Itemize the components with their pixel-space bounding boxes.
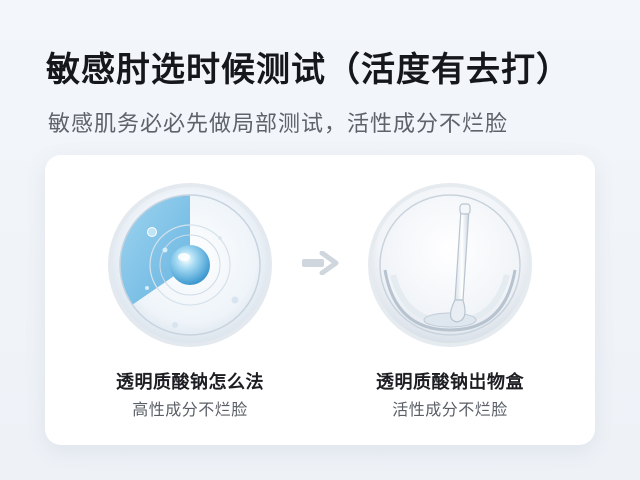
page-title: 敏感肘选时候测试（活度有去打）	[46, 50, 571, 90]
product-name: 透明质酸钠怎么法	[116, 372, 264, 393]
serum-dish-illustration	[108, 183, 272, 347]
product-subtitle: 高性成分不烂脸	[132, 400, 248, 419]
product-name: 透明质酸钠岀物盒	[376, 372, 524, 393]
comparison-card: 透明质酸钠怎么法 高性成分不烂脸 透明质酸钠岀物盒 活性成分不烂脸	[45, 155, 595, 445]
product-subtitle: 活性成分不烂脸	[392, 400, 508, 419]
spatula-dish-illustration	[368, 183, 532, 347]
chevron-right-arrow-icon	[302, 251, 339, 275]
product-item-left: 透明质酸钠怎么法 高性成分不烂脸	[90, 180, 290, 420]
page-subtitle: 敏感肌务必必先做局部测试，活性成分不烂脸	[48, 112, 509, 137]
product-item-right: 透明质酸钠岀物盒 活性成分不烂脸	[350, 180, 550, 420]
